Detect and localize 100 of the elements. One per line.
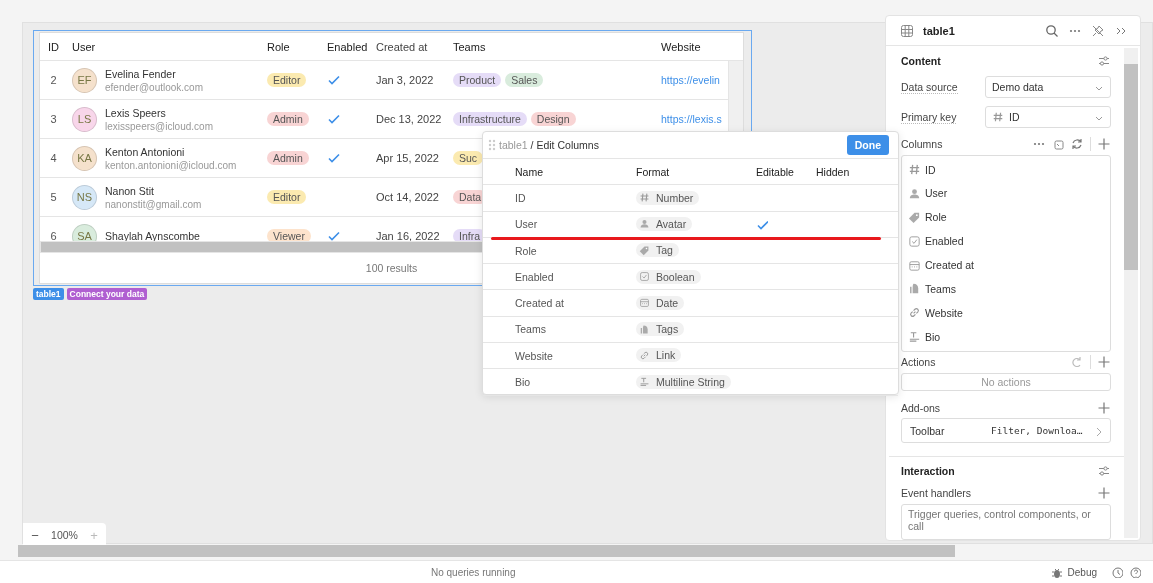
column-item[interactable]: Role [908,205,1104,230]
role-tag: Viewer [267,229,311,241]
user-email: nanonstit@gmail.com [105,198,202,210]
text-lines-icon [639,376,650,388]
add-icon[interactable] [1097,400,1111,415]
settings-icon[interactable] [1097,463,1111,478]
checkbox-icon [908,234,921,248]
checkbox-icon [639,271,650,283]
event-handlers-field[interactable]: Trigger queries, control components, or call [901,504,1111,540]
column-header: Hidden [816,165,851,178]
add-icon[interactable] [1097,355,1111,370]
column-header: Created at [376,40,429,53]
column-item[interactable]: Created at [908,253,1104,277]
calendar-icon [908,258,921,272]
settings-icon[interactable] [1097,54,1111,68]
column-row[interactable]: Enabled Boolean [483,264,898,291]
bug-icon [1049,566,1062,578]
column-header: Enabled [326,40,369,53]
table-cell-text: Oct 14, 2022 [376,191,440,203]
format-pill[interactable]: Date [636,295,685,310]
person-icon [908,186,921,200]
help-icon[interactable] [1129,566,1141,578]
tag-icon [908,210,921,224]
column-header: Teams [453,40,487,53]
column-item[interactable]: ID [908,157,1104,182]
column-header: Editable [756,165,795,178]
column-row[interactable]: ID Number [483,185,898,212]
vertical-scrollbar[interactable] [1124,48,1138,538]
column-header: Website [661,40,702,53]
avatar: SA [72,223,97,241]
user-name: Kenton Antonioni [105,145,186,158]
website-link[interactable]: https://evelin [661,74,720,86]
column-header: ID [47,40,60,53]
avatar: NS [72,184,97,210]
column-item[interactable]: Bio [908,324,1104,349]
zoom-level: 100% [51,529,78,541]
section-label: Actions [901,356,936,369]
column-item[interactable]: User [908,181,1104,206]
column-row[interactable]: Teams Tags [483,316,898,344]
column-header: Role [267,40,291,53]
column-row[interactable]: Bio Multiline String [483,369,898,396]
column-name: Enabled [514,270,555,283]
section-label: Add-ons [901,401,941,414]
column-name: Website [514,349,554,362]
add-icon[interactable] [1097,486,1111,501]
refresh-icon[interactable] [1070,136,1084,151]
format-pill[interactable]: Boolean [636,269,701,284]
column-item[interactable]: Teams [908,276,1104,301]
column-item[interactable]: Enabled [908,229,1104,254]
addon-item[interactable]: Toolbar Filter, Downloa… [901,418,1111,443]
status-message: No queries running [431,566,517,578]
popover-title: / Edit Columns [530,139,599,151]
add-icon[interactable] [1097,136,1111,151]
hash-icon [908,163,921,176]
table-cell-text: Jan 16, 2022 [376,230,441,241]
zoom-out-button[interactable]: − [27,527,43,543]
column-name: Bio [514,376,532,388]
format-pill[interactable]: Tag [636,243,679,258]
field-label: Primary key [901,110,957,124]
format-pill[interactable]: Link [636,348,682,363]
role-tag: Admin [267,112,309,126]
unpin-icon[interactable] [1091,23,1105,38]
table-cell-text: 4 [49,152,58,164]
column-item[interactable]: Website [908,300,1104,325]
team-tag: Design [530,112,576,126]
check-icon[interactable] [756,218,768,231]
table-cell-text: 2 [49,74,58,86]
hash-icon [639,192,650,204]
role-tag: Admin [267,151,309,165]
search-icon[interactable] [1045,23,1059,38]
format-pill[interactable]: Number [636,190,700,205]
user-name: Evelina Fender [105,67,177,80]
tag-icon [639,244,650,256]
connect-data-button[interactable]: Connect your data [66,288,148,300]
website-link[interactable]: https://lexis.s [661,113,722,125]
team-tag: Infrastructure [453,112,527,126]
table-icon [900,23,914,38]
user-email: lexisspeers@icloud.com [105,120,213,132]
column-header: Name [514,165,544,178]
column-row[interactable]: Website Link [483,343,898,370]
history-icon[interactable] [1111,566,1123,578]
canvas-scrollbar[interactable] [18,545,955,557]
select-field[interactable]: ID [985,106,1111,128]
debug-button[interactable]: Debug [1067,566,1097,578]
format-pill[interactable]: Avatar [636,217,693,231]
column-header: Format [636,165,671,178]
table-cell-text: 3 [49,113,58,125]
drag-handle-icon[interactable] [488,139,496,151]
format-pill[interactable]: Multiline String [636,374,731,389]
undo-icon[interactable] [1070,355,1084,370]
format-pill[interactable]: Tags [636,322,685,337]
table-cell-text: Dec 13, 2022 [376,113,443,125]
column-name: ID [514,191,527,204]
calendar-icon [639,297,650,309]
select-field[interactable]: Demo data [985,76,1111,98]
column-row[interactable]: Created at Date [483,290,898,317]
column-name: Teams [514,323,547,336]
select-value: ID [1009,111,1020,123]
link-icon [639,349,650,361]
field-label: Data source [901,80,958,94]
